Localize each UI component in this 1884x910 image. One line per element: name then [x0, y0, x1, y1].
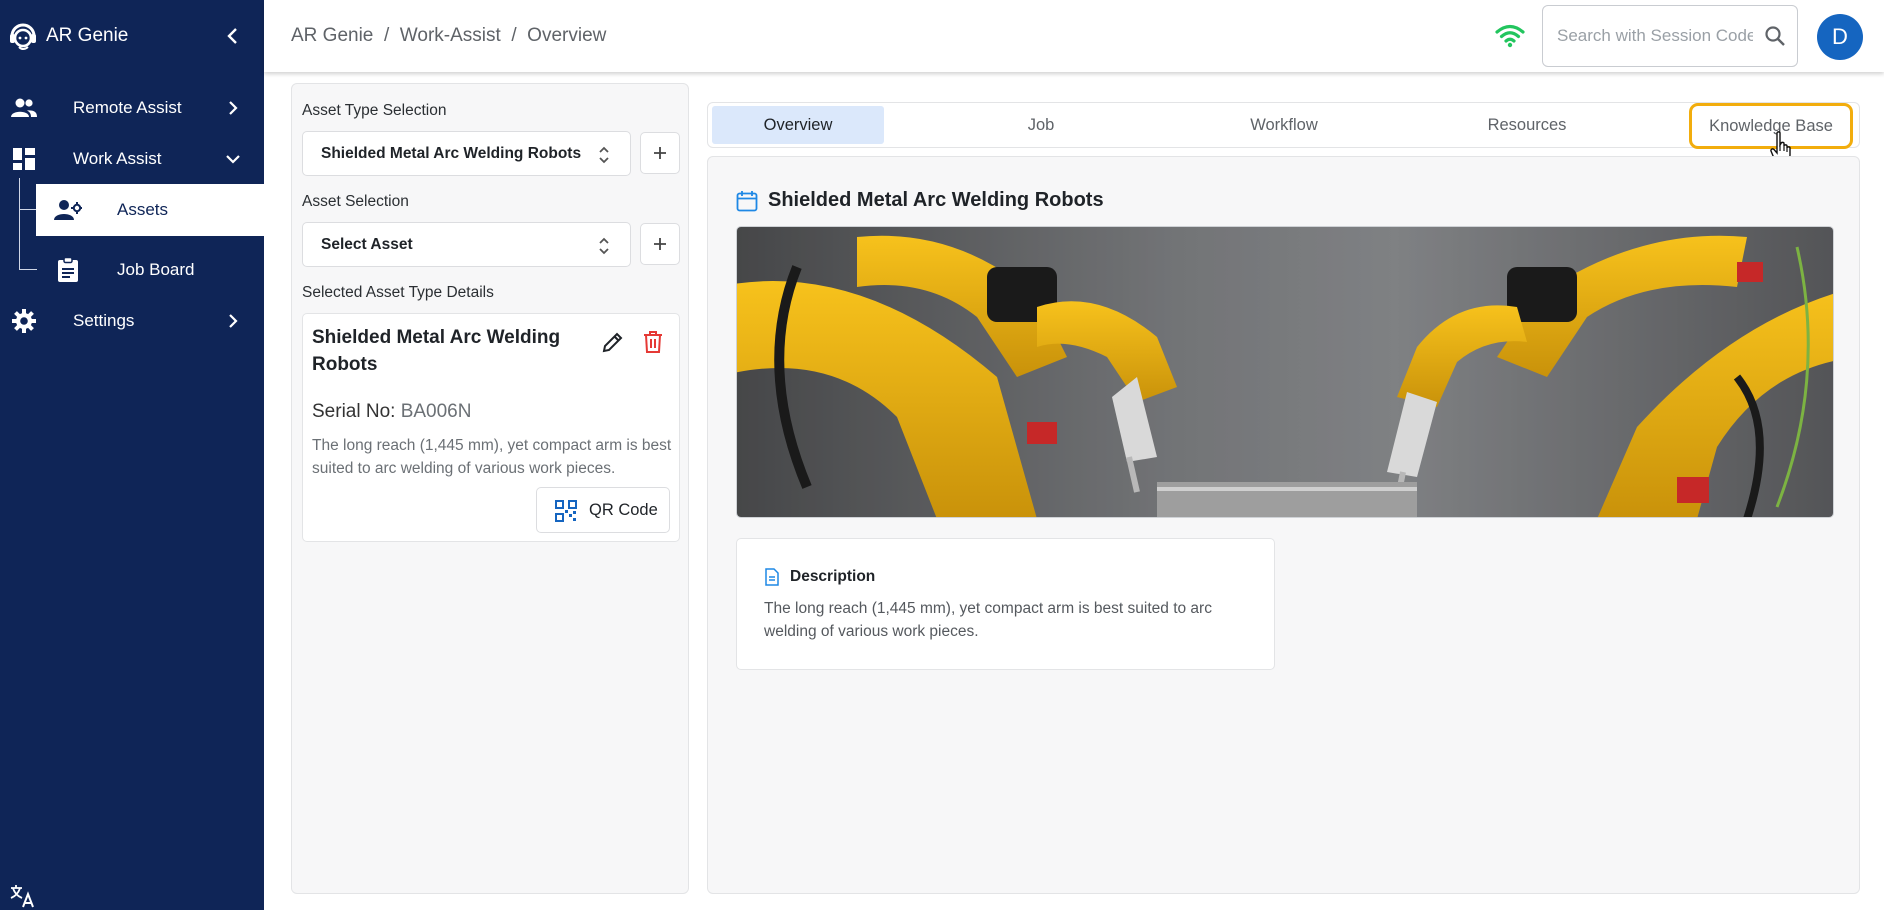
genie-logo-icon	[10, 23, 36, 50]
tab-job[interactable]: Job	[955, 106, 1127, 144]
description-heading: Description	[790, 568, 876, 585]
asset-image	[736, 226, 1834, 518]
chevron-right-icon	[229, 101, 238, 115]
chevron-right-icon	[229, 314, 238, 328]
asset-tabs: Overview Job Workflow Resources Knowledg…	[707, 102, 1860, 149]
tab-workflow[interactable]: Workflow	[1198, 106, 1370, 144]
breadcrumb-item[interactable]: AR Genie	[291, 25, 373, 47]
plus-icon	[654, 238, 666, 250]
chevron-down-icon	[226, 155, 240, 164]
description-text: The long reach (1,445 mm), yet compact a…	[764, 600, 1212, 640]
qr-code-label: QR Code	[589, 501, 658, 519]
tab-overview[interactable]: Overview	[712, 106, 884, 144]
asset-selection-label: Asset Selection	[302, 193, 409, 210]
sidebar-item-label: Job Board	[117, 260, 195, 279]
clipboard-icon	[54, 256, 82, 284]
asset-value: Select Asset	[321, 236, 413, 253]
sidebar-item-work-assist[interactable]: Work Assist	[0, 134, 264, 184]
breadcrumb-item[interactable]: Work-Assist	[400, 25, 501, 47]
sidebar-item-settings[interactable]: Settings	[0, 296, 264, 346]
sidebar-item-job-board[interactable]: Job Board	[36, 244, 264, 296]
wifi-icon	[1495, 24, 1525, 48]
brand: AR Genie	[0, 0, 264, 72]
qr-code-icon	[555, 500, 577, 522]
asset-select[interactable]: Select Asset	[302, 222, 631, 267]
asset-type-description: The long reach (1,445 mm), yet compact a…	[312, 437, 672, 477]
asset-heading: Shielded Metal Arc Welding Robots	[736, 189, 1104, 212]
tree-connector	[19, 178, 37, 210]
unfold-icon	[599, 146, 609, 164]
selected-details-label: Selected Asset Type Details	[302, 284, 494, 301]
gear-icon	[10, 307, 38, 335]
asset-type-value: Shielded Metal Arc Welding Robots	[321, 145, 582, 162]
app-name: AR Genie	[46, 25, 129, 46]
dashboard-icon	[10, 145, 38, 173]
plus-icon	[654, 147, 666, 159]
asset-type-label: Asset Type Selection	[302, 102, 447, 119]
asset-type-detail-card: Shielded Metal Arc Welding Robots Serial…	[302, 313, 680, 542]
sidebar-item-label: Assets	[117, 200, 169, 219]
qr-code-button[interactable]: QR Code	[536, 487, 670, 533]
sidebar-item-remote-assist[interactable]: Remote Assist	[0, 83, 264, 133]
description-header: Description	[764, 568, 875, 586]
add-asset-button[interactable]	[640, 223, 680, 265]
edit-icon[interactable]	[601, 330, 625, 354]
overview-panel: Shielded Metal Arc Welding Robots Descri…	[707, 156, 1860, 894]
sidebar-item-label: Remote Assist	[73, 98, 182, 117]
serial-label: Serial No:	[312, 401, 396, 422]
tab-knowledge-base[interactable]: Knowledge Base	[1689, 103, 1853, 149]
assets-icon	[54, 196, 82, 224]
serial-value: BA006N	[400, 401, 472, 422]
asset-type-select[interactable]: Shielded Metal Arc Welding Robots	[302, 131, 631, 176]
breadcrumb: AR Genie / Work-Assist / Overview	[291, 25, 606, 47]
calendar-icon	[736, 190, 758, 211]
sidebar-item-label: Work Assist	[73, 149, 162, 168]
breadcrumb-item-current: Overview	[527, 25, 607, 46]
add-asset-type-button[interactable]	[640, 132, 680, 174]
asset-title: Shielded Metal Arc Welding Robots	[768, 189, 1104, 211]
breadcrumb-separator	[373, 25, 384, 47]
avatar[interactable]: D	[1817, 14, 1863, 60]
asset-type-title: Shielded Metal Arc Welding Robots	[312, 327, 561, 375]
sidebar-item-assets[interactable]: Assets	[36, 184, 264, 236]
top-header: AR Genie / Work-Assist / Overview D	[264, 0, 1884, 72]
sidebar-item-label: Settings	[73, 311, 135, 330]
description-card: Description The long reach (1,445 mm), y…	[736, 538, 1275, 670]
asset-selection-panel: Asset Type Selection Shielded Metal Arc …	[291, 83, 689, 894]
delete-icon[interactable]	[642, 330, 664, 354]
serial-number: Serial No: BA006N	[312, 401, 471, 423]
search-icon[interactable]	[1763, 24, 1787, 48]
translate-icon[interactable]	[10, 884, 36, 908]
session-search	[1542, 5, 1798, 67]
people-icon	[10, 94, 38, 122]
sidebar: AR Genie Remote Assist Work Assist Asset…	[0, 0, 264, 910]
welding-robots-image	[737, 227, 1833, 517]
search-input[interactable]	[1557, 24, 1753, 48]
document-icon	[765, 568, 779, 586]
collapse-sidebar-icon[interactable]	[224, 24, 242, 48]
tab-resources[interactable]: Resources	[1441, 106, 1613, 144]
unfold-icon	[599, 237, 609, 255]
